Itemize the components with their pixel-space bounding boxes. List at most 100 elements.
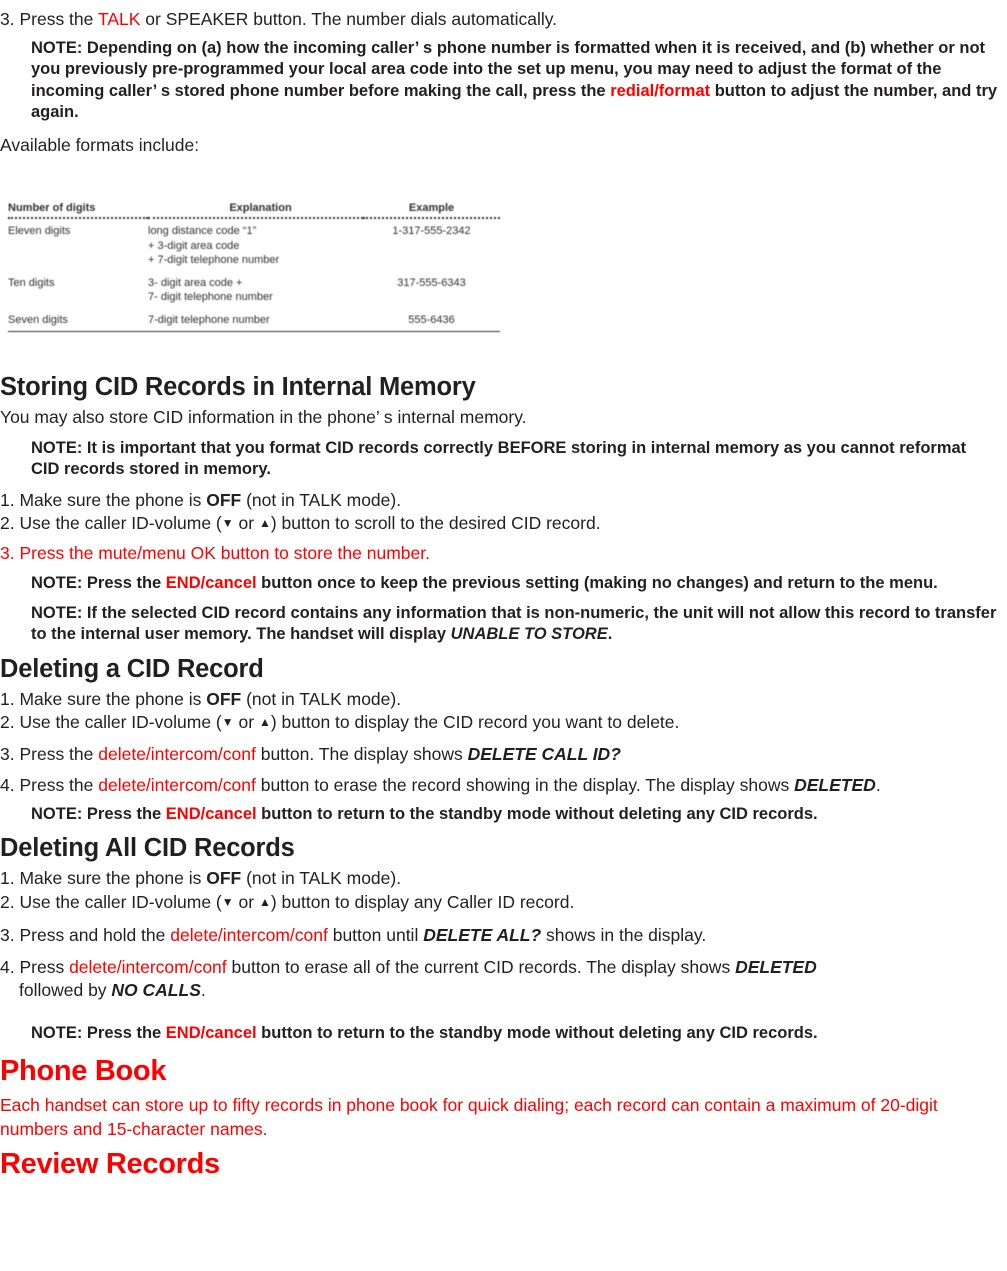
delete-one-step-2-mid: or xyxy=(233,712,259,732)
delete-all-step-3: 3. Press and hold the delete/intercom/co… xyxy=(0,924,1007,948)
explanation-line: + 3-digit area code xyxy=(148,239,240,252)
delete-one-step-3-mid: button. The display shows xyxy=(255,743,468,764)
delete-all-step-3-post: shows in the display. xyxy=(541,925,707,945)
delete-all-step-4-mid: button to erase all of the current CID r… xyxy=(226,956,736,977)
cell-digits: Eleven digits xyxy=(8,225,71,237)
delete-intercom-conf-button-label: delete/intercom/conf xyxy=(69,956,227,977)
off-label: OFF xyxy=(206,688,242,709)
col-header-example: Example xyxy=(408,202,455,214)
redial-format-button-label: redial/format xyxy=(610,81,711,100)
heading-phone-book: Phone Book xyxy=(0,1055,167,1087)
note-pre: NOTE: Press the xyxy=(31,1023,166,1042)
delete-all-step-4-post2: followed by xyxy=(19,980,112,1000)
table-row: Ten digits 3- digit area code + 7- digit… xyxy=(8,271,500,308)
display-deleted: DELETED xyxy=(794,775,876,795)
delete-all-step-3-mid: button until xyxy=(327,925,424,945)
delete-intercom-conf-button-label: delete/intercom/conf xyxy=(98,775,256,795)
cell-explanation: 7-digit telephone number xyxy=(148,308,363,331)
delete-one-step-1-post: (not in TALK mode). xyxy=(241,688,402,709)
delete-intercom-conf-button-label: delete/intercom/conf xyxy=(170,925,328,945)
explanation-line: long distance code “1” xyxy=(148,225,257,237)
delete-all-step-2-pre: 2. Use the caller ID-volume ( xyxy=(0,891,222,912)
note-2-pre: NOTE: Press the xyxy=(31,574,166,592)
display-unable-to-store: UNABLE TO STORE xyxy=(450,625,608,643)
delete-all-step-2-mid: or xyxy=(233,891,259,912)
note-pre: NOTE: Press the xyxy=(31,804,166,823)
volume-down-icon: ▼ xyxy=(221,715,234,729)
end-cancel-button-label: END/cancel xyxy=(165,1023,257,1042)
top-step-3-rest: or SPEAKER button. The number dials auto… xyxy=(140,9,558,29)
explanation-line: 7- digit telephone number xyxy=(148,291,273,303)
end-cancel-button-label: END/cancel xyxy=(165,804,257,823)
cell-explanation: 3- digit area code + 7- digit telephone … xyxy=(148,271,363,308)
display-delete-all: DELETE ALL? xyxy=(423,925,542,945)
delete-all-step-4-pre: 4. Press xyxy=(0,956,70,977)
storing-step-2-mid: or xyxy=(233,513,259,533)
cell-explanation: long distance code “1” + 3-digit area co… xyxy=(148,218,363,271)
delete-one-step-3: 3. Press the delete/intercom/conf button… xyxy=(0,743,1007,767)
note-format-caller-number: NOTE: Depending on (a) how the incoming … xyxy=(0,38,1007,124)
col-header-number-of-digits: Number of digits xyxy=(8,202,96,214)
end-cancel-button-label: END/cancel xyxy=(165,574,257,592)
volume-down-icon: ▼ xyxy=(221,894,234,909)
storing-step-1: 1. Make sure the phone is OFF (not in TA… xyxy=(0,489,1007,513)
cell-digits: Ten digits xyxy=(8,276,55,289)
note-post: button to return to the standby mode wit… xyxy=(256,1023,818,1042)
table-bottom-rule xyxy=(8,331,500,332)
cell-example: 317-555-6343 xyxy=(397,276,466,289)
top-step-3-pre: 3. Press the xyxy=(0,9,98,29)
cell-digits: Seven digits xyxy=(8,313,68,326)
storing-step-1-post: (not in TALK mode). xyxy=(241,489,402,510)
cell-example: 1-317-555-2342 xyxy=(392,225,471,237)
volume-up-icon: ▲ xyxy=(258,516,271,530)
delete-all-step-4-post3: . xyxy=(200,980,206,1000)
delete-all-step-1: 1. Make sure the phone is OFF (not in TA… xyxy=(0,867,1007,891)
phone-book-intro: Each handset can store up to fifty recor… xyxy=(0,1095,938,1139)
delete-one-step-2-pre: 2. Use the caller ID-volume ( xyxy=(0,712,222,732)
top-step-3: 3. Press the TALK or SPEAKER button. The… xyxy=(0,8,1007,32)
note-3-post: . xyxy=(607,625,613,643)
heading-deleting-all-cid-records: Deleting All CID Records xyxy=(0,834,295,862)
heading-review-records: Review Records xyxy=(0,1148,220,1180)
delete-all-step-2-post: ) button to display any Caller ID record… xyxy=(270,891,575,912)
volume-up-icon: ▲ xyxy=(258,894,271,909)
storing-step-2-pre: 2. Use the caller ID-volume ( xyxy=(0,513,222,533)
display-no-calls: NO CALLS xyxy=(111,980,201,1000)
explanation-line: 7-digit telephone number xyxy=(148,313,270,326)
storing-step-2-post: ) button to scroll to the desired CID re… xyxy=(270,513,601,533)
available-formats-lead: Available formats include: xyxy=(0,134,200,155)
note-format-before-storing: NOTE: It is important that you format CI… xyxy=(31,438,967,479)
off-label: OFF xyxy=(206,868,242,888)
note-non-numeric-record: NOTE: If the selected CID record contain… xyxy=(0,603,1007,646)
available-formats-table: Number of digits Explanation Example Ele… xyxy=(8,201,508,332)
delete-one-step-1: 1. Make sure the phone is OFF (not in TA… xyxy=(0,688,1007,712)
heading-storing-cid-records: Storing CID Records in Internal Memory xyxy=(0,373,476,401)
delete-one-step-1-pre: 1. Make sure the phone is xyxy=(0,688,207,709)
table-row: Seven digits 7-digit telephone number 55… xyxy=(8,308,500,331)
display-delete-call-id: DELETE CALL ID? xyxy=(467,743,621,764)
delete-one-step-4: 4. Press the delete/intercom/conf button… xyxy=(0,774,1007,798)
delete-one-step-4-pre: 4. Press the xyxy=(0,775,99,795)
delete-all-step-4: 4. Press delete/intercom/conf button to … xyxy=(0,956,1007,980)
delete-one-step-2: 2. Use the caller ID-volume (▼ or ▲) but… xyxy=(0,711,1007,735)
note-end-cancel-return-standby-all: NOTE: Press the END/cancel button to ret… xyxy=(0,1023,1007,1045)
storing-step-3: 3. Press the mute/menu OK button to stor… xyxy=(0,542,430,563)
storing-intro: You may also store CID information in th… xyxy=(0,407,527,427)
manual-page: 3. Press the TALK or SPEAKER button. The… xyxy=(0,0,1007,1271)
note-end-cancel-keep-setting: NOTE: Press the END/cancel button once t… xyxy=(0,573,1007,595)
delete-one-step-4-mid: button to erase the record showing in th… xyxy=(255,775,795,795)
delete-all-step-3-pre: 3. Press and hold the xyxy=(0,925,171,945)
note-end-cancel-return-standby: NOTE: Press the END/cancel button to ret… xyxy=(0,804,1007,826)
delete-intercom-conf-button-label: delete/intercom/conf xyxy=(98,743,256,764)
explanation-line: 3- digit area code + xyxy=(148,276,243,289)
talk-button-label: TALK xyxy=(97,9,141,29)
delete-one-step-4-post: . xyxy=(875,775,881,795)
note-2-post: button once to keep the previous setting… xyxy=(256,574,938,592)
delete-one-step-2-post: ) button to display the CID record you w… xyxy=(270,712,680,732)
table-row: Eleven digits long distance code “1” + 3… xyxy=(8,218,500,271)
volume-up-icon: ▲ xyxy=(258,715,271,729)
off-label: OFF xyxy=(206,489,242,510)
delete-all-step-2: 2. Use the caller ID-volume (▼ or ▲) but… xyxy=(0,891,1007,915)
delete-all-step-4-cont: followed by NO CALLS. xyxy=(0,979,1007,1003)
delete-all-step-1-pre: 1. Make sure the phone is xyxy=(0,868,207,888)
